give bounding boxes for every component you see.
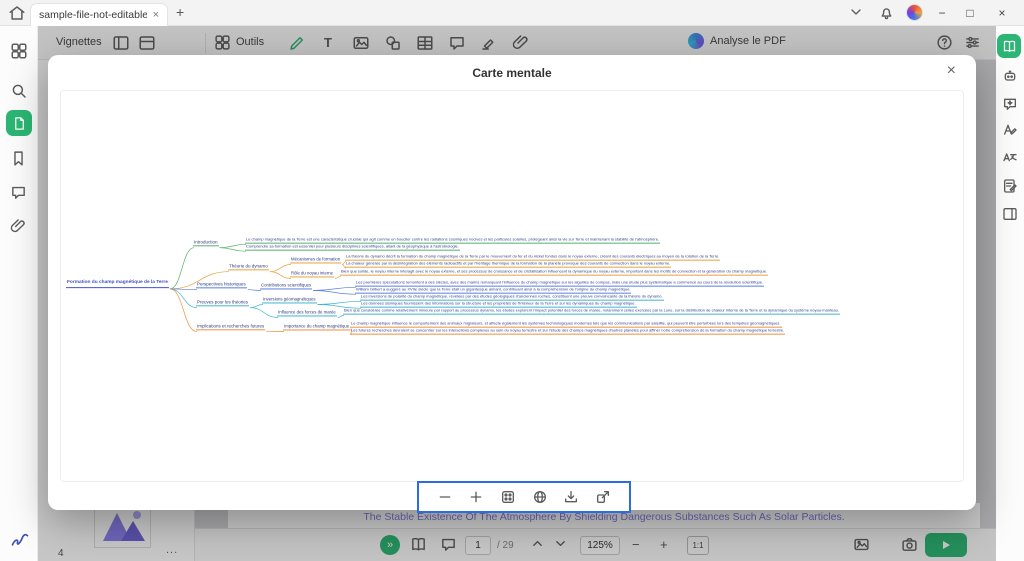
ai-translate-button[interactable] bbox=[1002, 150, 1018, 166]
modal-title: Carte mentale bbox=[472, 66, 552, 80]
mindmap-node-importance[interactable]: Importance du champ magnétique bbox=[283, 323, 351, 331]
tab-title: sample-file-not-editable bbox=[39, 9, 147, 21]
ai-form-button[interactable] bbox=[1002, 178, 1018, 194]
new-tab-button[interactable]: + bbox=[176, 4, 184, 20]
export-icon bbox=[597, 491, 610, 503]
mindmap-node-contributions[interactable]: Contributions scientifiques bbox=[260, 282, 313, 290]
mindmap-node-preuves[interactable]: Preuves pour les théories bbox=[196, 299, 250, 307]
mindmap-node-perspectives[interactable]: Perspectives historiques bbox=[196, 281, 247, 289]
mindmap-node-d3[interactable]: Bien que solide, le noyau interne intera… bbox=[340, 269, 769, 276]
reader-panel-button[interactable] bbox=[1002, 206, 1018, 222]
sidebar-item-apps[interactable] bbox=[10, 42, 28, 60]
tab-close-icon[interactable]: × bbox=[153, 9, 159, 21]
mindmap-canvas[interactable]: Formation du champ magnétique de la Terr… bbox=[60, 90, 964, 482]
mindmap-node-m2[interactable]: Les futures recherches devraient se conc… bbox=[350, 328, 786, 335]
sidebar-item-search[interactable] bbox=[10, 82, 28, 100]
sidebar-item-documents-active[interactable] bbox=[6, 110, 32, 136]
signature-pen-icon bbox=[11, 533, 29, 546]
sidebar-item-bookmarks[interactable] bbox=[10, 150, 28, 168]
bell-icon bbox=[881, 8, 892, 20]
mindmap-toolbar bbox=[417, 481, 631, 513]
mindmap-node-p1[interactable]: Les premières spéculations remontent à d… bbox=[355, 280, 765, 287]
ai-rewrite-icon bbox=[1004, 124, 1017, 135]
ai-rewrite-button[interactable] bbox=[1002, 122, 1018, 138]
dice-icon bbox=[502, 491, 515, 503]
open-book-icon bbox=[1003, 40, 1015, 52]
sidebar-item-comments[interactable] bbox=[10, 184, 28, 202]
mindmap-node-m1[interactable]: Le champ magnétique influence le comport… bbox=[350, 321, 782, 328]
ai-robot-button[interactable] bbox=[1002, 68, 1018, 84]
ai-chat-icon bbox=[1004, 98, 1016, 110]
mindmap-modal: Carte mentale × Formation du champ magné… bbox=[48, 55, 976, 513]
minus-icon bbox=[439, 496, 451, 498]
translate-icon bbox=[1003, 153, 1017, 162]
mindmap-language-button[interactable] bbox=[529, 486, 551, 508]
mindmap-export-button[interactable] bbox=[592, 486, 614, 508]
signature-tool-button[interactable] bbox=[10, 529, 29, 547]
mindmap-regenerate-button[interactable] bbox=[497, 486, 519, 508]
document-tab[interactable]: sample-file-not-editable × bbox=[30, 3, 168, 26]
mindmap-node-influence[interactable]: Influence des forces de marée bbox=[277, 309, 337, 317]
window-close-button[interactable]: × bbox=[990, 0, 1014, 26]
mindmap-zoom-out-button[interactable] bbox=[434, 486, 456, 508]
plus-icon bbox=[471, 491, 482, 503]
mindmap-node-implications[interactable]: Implications et recherches futures bbox=[196, 323, 266, 331]
paperclip-icon bbox=[10, 219, 25, 233]
home-icon bbox=[9, 6, 25, 20]
mindmap-node-d2[interactable]: La chaleur générée par la désintégration… bbox=[345, 261, 672, 268]
titlebar: sample-file-not-editable × + − □ × bbox=[0, 0, 1024, 26]
search-icon bbox=[12, 84, 26, 98]
collapse-toolbar-button[interactable] bbox=[848, 4, 864, 20]
ai-robot-icon bbox=[1004, 70, 1016, 81]
pdf-app-window: sample-file-not-editable × + − □ × Vigne… bbox=[0, 0, 1024, 561]
mindmap-node-v3[interactable]: Bien que considérée comme relativement m… bbox=[343, 308, 840, 315]
sidebar-item-attachments[interactable] bbox=[10, 218, 28, 236]
window-minimize-button[interactable]: − bbox=[930, 0, 954, 26]
document-icon bbox=[14, 116, 24, 130]
download-icon bbox=[565, 491, 578, 503]
right-sidebar bbox=[996, 26, 1024, 561]
mindmap-node-v2[interactable]: Les données sismiques fournissent des in… bbox=[360, 301, 637, 308]
left-sidebar bbox=[0, 26, 38, 561]
avatar[interactable] bbox=[906, 4, 923, 21]
mindmap-node-intro[interactable]: Introduction bbox=[193, 239, 219, 247]
form-fill-icon bbox=[1004, 179, 1017, 193]
mindmap-node-dynamo[interactable]: Théorie du dynamo bbox=[228, 263, 269, 271]
mindmap-node-i1[interactable]: Le champ magnétique de la Terre est une … bbox=[245, 237, 661, 244]
chevron-down-icon bbox=[851, 9, 861, 15]
book-panel-icon bbox=[1003, 208, 1017, 220]
home-button[interactable] bbox=[8, 4, 26, 22]
mindmap-node-d1[interactable]: La théorie du dynamo décrit la formation… bbox=[345, 254, 721, 261]
ai-chat-button[interactable] bbox=[1002, 96, 1018, 112]
bookmark-icon bbox=[14, 151, 23, 166]
mindmap-node-root[interactable]: Formation du champ magnétique de la Terr… bbox=[66, 280, 169, 288]
reading-mode-button[interactable] bbox=[997, 34, 1021, 58]
notifications-button[interactable] bbox=[878, 4, 895, 21]
globe-icon bbox=[533, 491, 546, 503]
window-maximize-button[interactable]: □ bbox=[958, 0, 982, 26]
mindmap-node-v1[interactable]: Les inversions de polarité du champ magn… bbox=[360, 294, 664, 301]
mindmap-node-mecanismes[interactable]: Mécanismes de formation bbox=[290, 256, 342, 264]
comment-bubble-icon bbox=[12, 186, 25, 199]
mindmap-node-p2[interactable]: William Gilbert a suggéré au XVIIe siècl… bbox=[355, 287, 632, 294]
mindmap-node-role[interactable]: Rôle du noyau interne bbox=[290, 270, 335, 278]
apps-grid-icon bbox=[11, 43, 27, 59]
mindmap-download-button[interactable] bbox=[560, 486, 582, 508]
mindmap-zoom-in-button[interactable] bbox=[465, 486, 487, 508]
mindmap-node-i2[interactable]: Comprendre sa formation est essentiel po… bbox=[245, 244, 460, 251]
modal-close-icon[interactable]: × bbox=[947, 62, 956, 80]
mindmap-node-inversions[interactable]: Inversions géomagnétiques bbox=[262, 296, 317, 304]
